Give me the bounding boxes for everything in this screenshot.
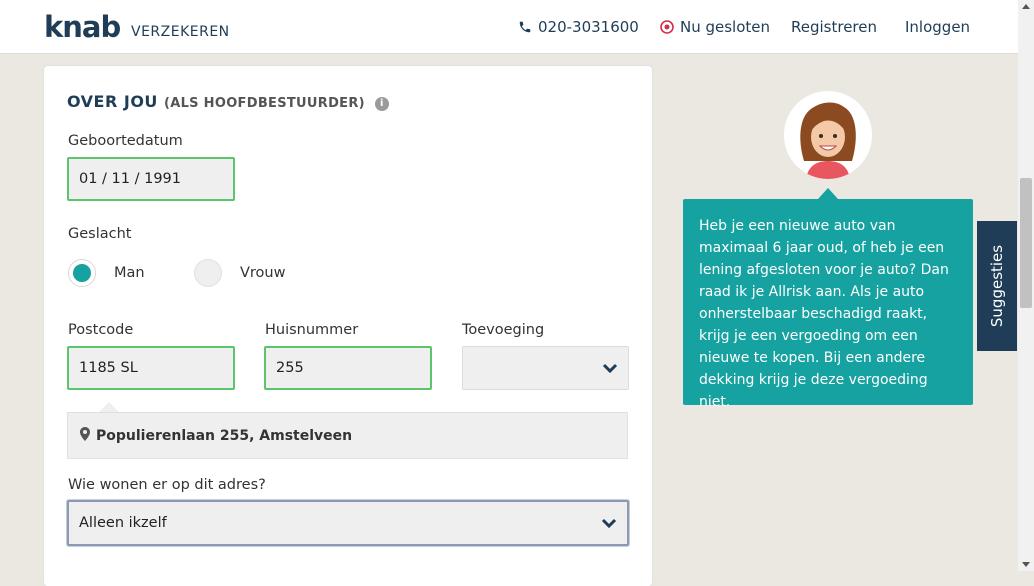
residents-select[interactable]: Alleen ikzelf — [67, 500, 629, 546]
suggestions-tab[interactable]: Suggesties — [977, 221, 1017, 351]
section-title-sub: (ALS HOOFDBESTUURDER) — [164, 96, 365, 111]
location-pin-icon — [80, 426, 90, 445]
scroll-up-arrow-icon[interactable] — [1022, 4, 1030, 9]
register-link[interactable]: Registreren — [791, 18, 877, 36]
dob-value: 01 / 11 / 1991 — [79, 171, 182, 187]
info-icon[interactable]: i — [374, 97, 389, 111]
status-text: Nu gesloten — [680, 18, 771, 36]
logo-subtitle: VERZEKEREN — [131, 24, 230, 40]
gender-vrouw-label[interactable]: Vrouw — [240, 265, 285, 281]
postcode-value: 1185 SL — [79, 360, 138, 376]
knab-logo[interactable]: knab — [44, 10, 121, 44]
gender-label: Geslacht — [68, 226, 132, 242]
housenumber-value: 255 — [276, 360, 304, 376]
postcode-input[interactable]: 1185 SL — [67, 346, 235, 390]
advisor-speech-bubble: Heb je een nieuwe auto van maximaal 6 ja… — [683, 199, 973, 410]
gender-man-radio[interactable] — [68, 259, 96, 287]
housenumber-label: Huisnummer — [265, 322, 359, 338]
gender-vrouw-radio[interactable] — [194, 259, 222, 287]
gender-man-label[interactable]: Man — [114, 265, 145, 281]
personal-info-form: OVER JOU (ALS HOOFDBESTUURDER) i Geboort… — [44, 66, 652, 586]
address-display: Populierenlaan 255, Amstelveen — [67, 412, 628, 459]
scroll-down-arrow-icon[interactable] — [1022, 562, 1030, 567]
residents-label: Wie wonen er op dit adres? — [68, 477, 266, 493]
advisor-message: Heb je een nieuwe auto van maximaal 6 ja… — [699, 218, 949, 410]
radio-selected-dot — [73, 264, 91, 282]
housenumber-input[interactable]: 255 — [264, 346, 432, 390]
advisor-avatar — [784, 91, 872, 179]
advisor-illustration — [784, 91, 872, 179]
bubble-pointer — [818, 188, 838, 199]
status-indicator-icon — [660, 20, 674, 38]
suggestions-tab-label: Suggesties — [988, 244, 1006, 328]
section-title: OVER JOU (ALS HOOFDBESTUURDER) i — [67, 92, 389, 111]
section-title-main: OVER JOU — [67, 92, 158, 111]
address-pointer — [99, 402, 119, 412]
suffix-label: Toevoeging — [462, 322, 545, 338]
phone-icon — [518, 20, 532, 38]
page-scrollbar[interactable] — [1018, 0, 1034, 571]
phone-link[interactable]: 020-3031600 — [518, 18, 639, 38]
login-link[interactable]: Inloggen — [905, 18, 970, 36]
suffix-select[interactable] — [462, 346, 629, 390]
top-header: knab VERZEKEREN 020-3031600 Nu gesloten … — [0, 0, 1018, 54]
dob-label: Geboortedatum — [68, 133, 183, 149]
postcode-label: Postcode — [68, 322, 134, 338]
chevron-down-icon — [601, 514, 617, 536]
opening-status[interactable]: Nu gesloten — [660, 18, 770, 38]
address-text: Populierenlaan 255, Amstelveen — [96, 427, 353, 444]
dob-input[interactable]: 01 / 11 / 1991 — [67, 157, 235, 201]
residents-value: Alleen ikzelf — [79, 515, 167, 531]
scrollbar-thumb[interactable] — [1020, 178, 1032, 308]
chevron-down-icon — [602, 359, 618, 381]
phone-number: 020-3031600 — [538, 18, 639, 36]
